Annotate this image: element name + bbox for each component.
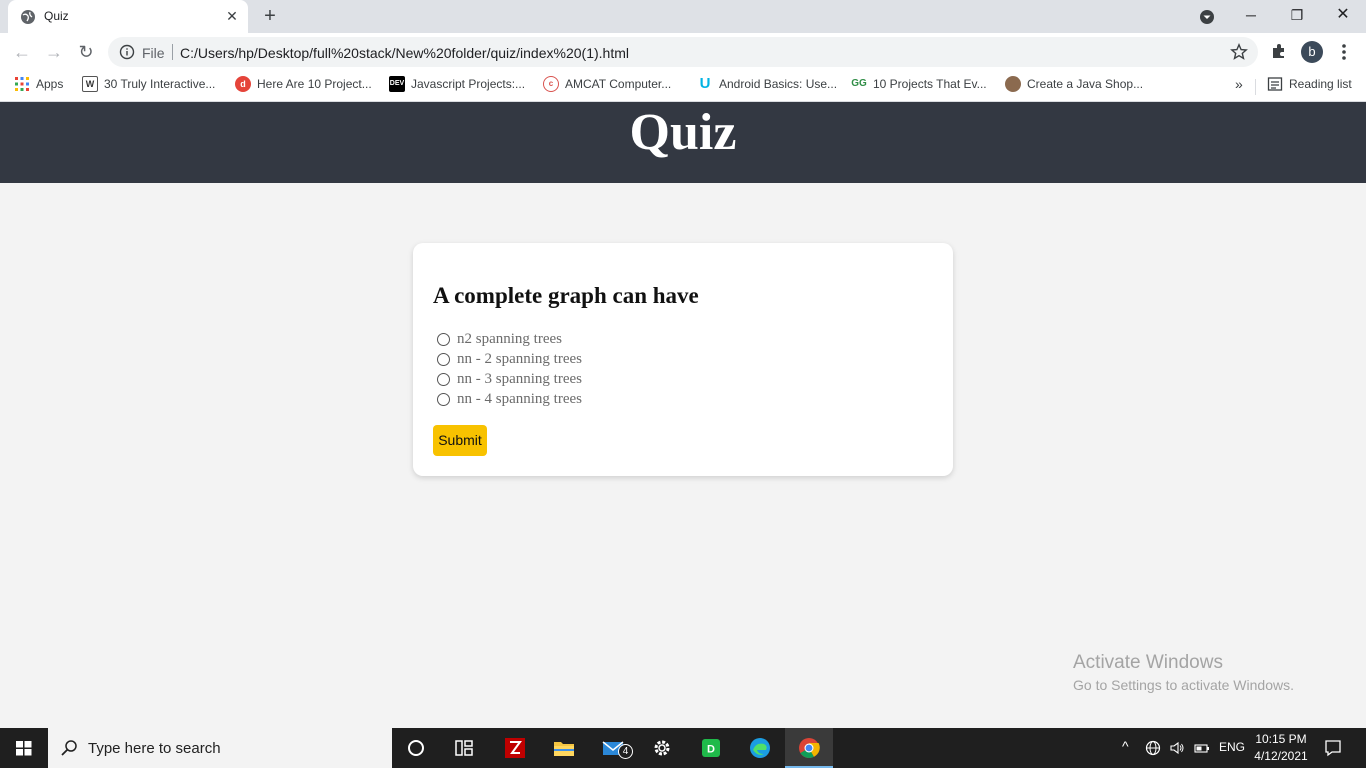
volume-icon[interactable]	[1169, 740, 1185, 756]
bookmark-label: Create a Java Shop...	[1027, 77, 1144, 91]
browser-toolbar: ← → ↻ File C:/Users/hp/Desktop/full%20st…	[0, 33, 1366, 71]
close-tab-icon[interactable]: ✕	[224, 8, 240, 24]
dev-app-icon[interactable]: D	[699, 736, 723, 760]
bookmarks-separator	[1255, 79, 1256, 95]
system-clock[interactable]: 10:15 PM 4/12/2021	[1248, 731, 1314, 765]
search-placeholder: Type here to search	[88, 740, 221, 757]
java-favicon-icon	[1005, 76, 1021, 92]
new-tab-icon[interactable]: +	[260, 6, 280, 26]
activate-windows-watermark: Activate Windows Go to Settings to activ…	[1073, 652, 1294, 695]
tab-search-icon[interactable]	[1198, 8, 1216, 26]
bookmark-label: 30 Truly Interactive...	[104, 77, 216, 91]
submit-button[interactable]: Submit	[433, 425, 487, 456]
tab-title: Quiz	[44, 9, 69, 23]
answer-radio[interactable]	[437, 393, 450, 407]
answer-option[interactable]: nn - 3 spanning trees	[437, 371, 582, 391]
bookmark-item[interactable]: GG 10 Projects That Ev...	[851, 76, 987, 96]
scheme-label: File	[142, 45, 165, 61]
clock-time: 10:15 PM	[1255, 732, 1307, 746]
answer-label[interactable]: nn - 4 spanning trees	[457, 391, 582, 407]
bookmarks-overflow[interactable]: »	[1235, 76, 1243, 96]
battery-icon[interactable]	[1194, 740, 1210, 756]
address-bar[interactable]: File C:/Users/hp/Desktop/full%20stack/Ne…	[108, 37, 1258, 67]
bookmark-item[interactable]: d Here Are 10 Project...	[235, 76, 372, 96]
windows-taskbar: Type here to search 4 D ^ ENG 10:15 PM 4…	[0, 728, 1366, 768]
taskbar-search-box[interactable]: Type here to search	[48, 728, 392, 768]
answer-label[interactable]: n2 spanning trees	[457, 331, 562, 347]
red-favicon-icon: d	[235, 76, 251, 92]
gfg-favicon-icon: GG	[851, 78, 867, 89]
reading-list-label: Reading list	[1289, 77, 1352, 91]
settings-gear-icon[interactable]	[650, 736, 674, 760]
answer-label[interactable]: nn - 3 spanning trees	[457, 371, 582, 387]
tab-strip: Quiz ✕ + ─ ❐ ✕	[0, 0, 1366, 33]
close-window-icon[interactable]: ✕	[1333, 5, 1353, 25]
extensions-icon[interactable]	[1270, 42, 1288, 60]
bookmark-item[interactable]: W 30 Truly Interactive...	[82, 76, 215, 96]
page-title: Quiz	[629, 104, 737, 161]
answer-radio[interactable]	[437, 373, 450, 387]
address-separator	[172, 44, 173, 60]
bookmark-label: Android Basics: Use...	[719, 77, 838, 91]
bookmark-label: Apps	[36, 77, 64, 91]
answer-options: n2 spanning trees nn - 2 spanning trees …	[437, 331, 582, 411]
bookmark-label: 10 Projects That Ev...	[873, 77, 987, 91]
forward-icon[interactable]: →	[44, 42, 64, 62]
watermark-subtitle: Go to Settings to activate Windows.	[1073, 677, 1294, 693]
minimize-icon[interactable]: ─	[1241, 5, 1261, 25]
bookmark-item[interactable]: Create a Java Shop...	[1005, 76, 1143, 96]
bookmark-star-icon[interactable]	[1230, 43, 1248, 61]
svg-text:D: D	[707, 744, 715, 756]
bookmark-label: Javascript Projects:...	[411, 77, 526, 91]
question-text: A complete graph can have	[433, 283, 699, 308]
bookmark-item[interactable]: U Android Basics: Use...	[697, 76, 837, 96]
w-favicon-icon: W	[82, 76, 98, 92]
amcat-favicon-icon: c	[543, 76, 559, 92]
language-indicator[interactable]: ENG	[1219, 740, 1245, 756]
dev-favicon-icon: DEV	[389, 76, 405, 92]
bookmark-label: AMCAT Computer...	[565, 77, 672, 91]
search-icon	[61, 740, 77, 756]
info-icon[interactable]	[119, 44, 135, 60]
bookmark-apps[interactable]: Apps	[14, 76, 63, 96]
back-icon[interactable]: ←	[12, 42, 32, 62]
reading-list-button[interactable]: Reading list	[1267, 76, 1352, 96]
answer-option[interactable]: n2 spanning trees	[437, 331, 582, 351]
restore-icon[interactable]: ❐	[1287, 5, 1307, 25]
udacity-favicon-icon: U	[699, 75, 711, 92]
apps-grid-icon	[15, 77, 29, 91]
bookmarks-bar: Apps W 30 Truly Interactive... d Here Are …	[0, 71, 1366, 102]
reload-icon[interactable]: ↻	[76, 42, 96, 62]
answer-option[interactable]: nn - 2 spanning trees	[437, 351, 582, 371]
bookmark-label: Here Are 10 Project...	[257, 77, 372, 91]
bookmark-item[interactable]: c AMCAT Computer...	[543, 76, 671, 96]
mail-badge: 4	[618, 744, 633, 759]
globe-icon	[21, 10, 35, 24]
file-explorer-icon[interactable]	[552, 736, 576, 760]
answer-label[interactable]: nn - 2 spanning trees	[457, 351, 582, 367]
watermark-title: Activate Windows	[1073, 652, 1223, 673]
chrome-browser-icon[interactable]	[797, 736, 821, 760]
more-menu-icon[interactable]	[1336, 42, 1352, 62]
url-text[interactable]: C:/Users/hp/Desktop/full%20stack/New%20f…	[180, 45, 629, 61]
network-globe-icon[interactable]	[1145, 740, 1161, 756]
reading-list-icon	[1267, 77, 1283, 91]
bookmark-item[interactable]: DEV Javascript Projects:...	[389, 76, 525, 96]
task-view-icon[interactable]	[452, 736, 476, 760]
quiz-card: A complete graph can have n2 spanning tr…	[413, 243, 953, 476]
answer-radio[interactable]	[437, 333, 450, 347]
profile-avatar[interactable]: b	[1301, 41, 1323, 63]
notifications-icon[interactable]	[1324, 739, 1342, 757]
tray-chevron-icon[interactable]: ^	[1122, 738, 1129, 754]
clock-date: 4/12/2021	[1254, 749, 1308, 763]
cortana-icon[interactable]	[404, 736, 428, 760]
filezilla-icon[interactable]	[503, 736, 527, 760]
browser-tab[interactable]: Quiz ✕	[8, 0, 248, 33]
windows-start-icon[interactable]	[0, 728, 48, 768]
answer-option[interactable]: nn - 4 spanning trees	[437, 391, 582, 411]
answer-radio[interactable]	[437, 353, 450, 367]
edge-browser-icon[interactable]	[748, 736, 772, 760]
